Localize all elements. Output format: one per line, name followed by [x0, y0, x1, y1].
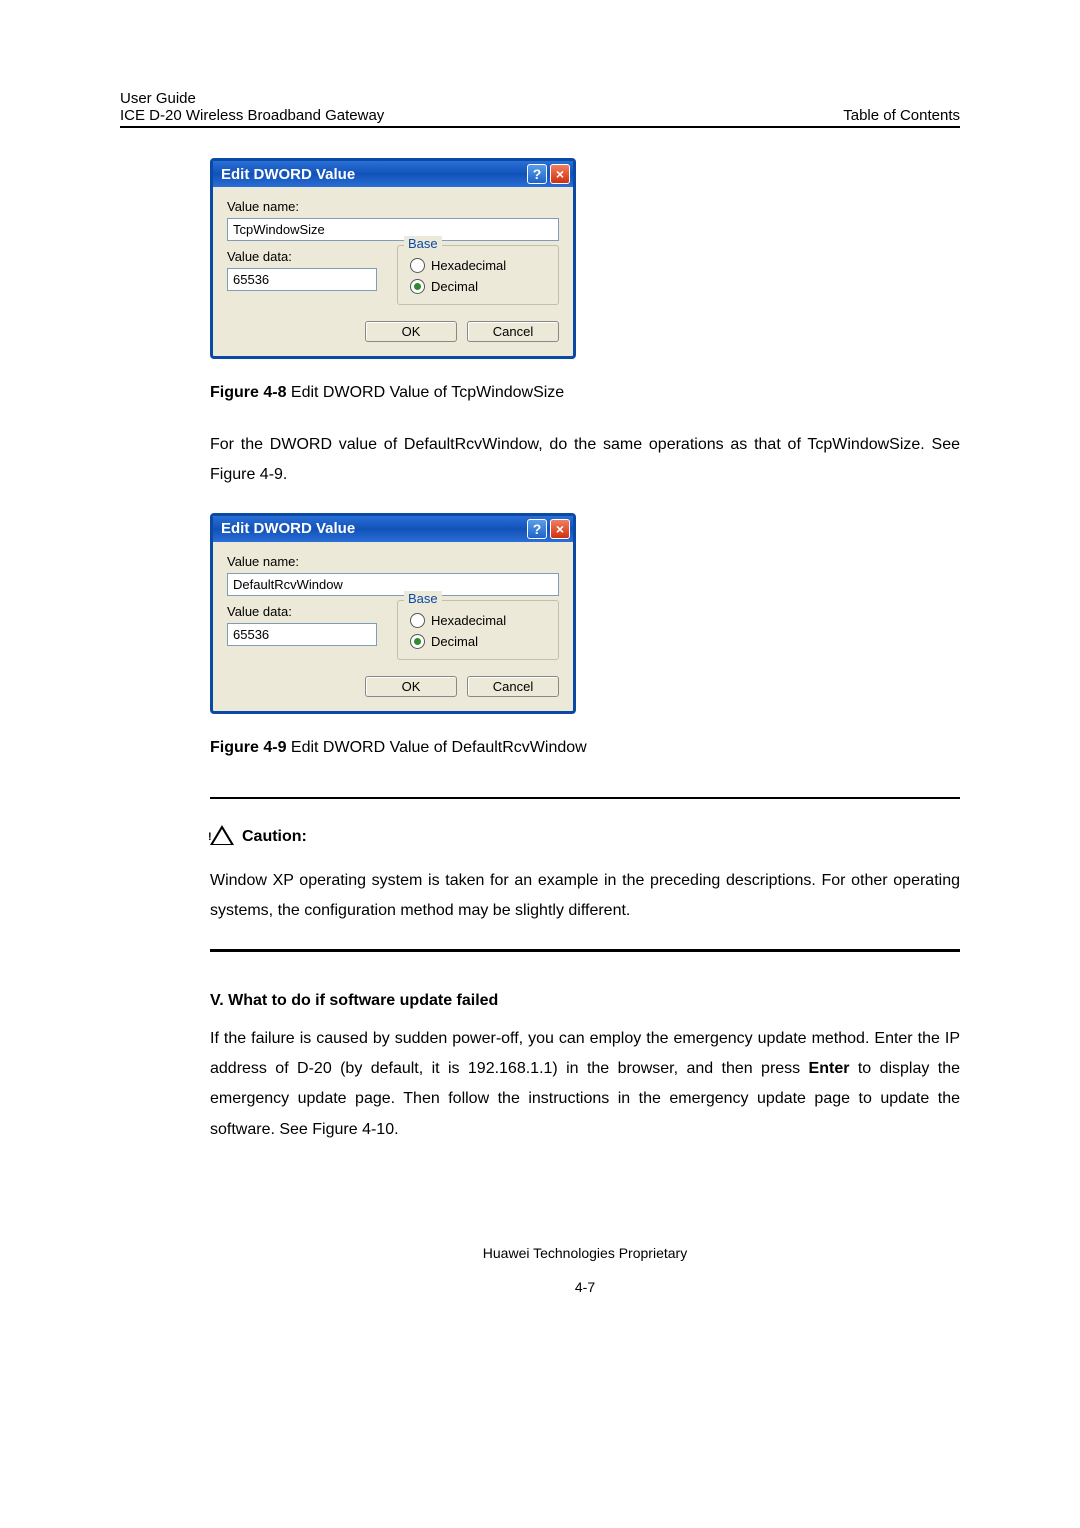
footer-proprietary: Huawei Technologies Proprietary	[210, 1245, 960, 1261]
dialog1-value-data-label: Value data:	[227, 249, 377, 264]
dialog1-title-text: Edit DWORD Value	[221, 166, 355, 183]
footer-page-number: 4-7	[210, 1279, 960, 1295]
dialog2-base-group: Base Hexadecimal Decimal	[397, 600, 559, 660]
dialog2-base-legend: Base	[404, 591, 442, 606]
close-icon[interactable]: ×	[550, 519, 570, 539]
dialog2-value-data-label: Value data:	[227, 604, 377, 619]
dialog2-title-text: Edit DWORD Value	[221, 520, 355, 537]
dialog2-value-name-label: Value name:	[227, 554, 559, 569]
paragraph-dword-defaultrcvwindow: For the DWORD value of DefaultRcvWindow,…	[210, 430, 960, 491]
figure-4-8-caption: Figure 4-8 Edit DWORD Value of TcpWindow…	[210, 384, 960, 402]
dialog2-value-data-input[interactable]	[227, 623, 377, 646]
help-icon[interactable]: ?	[527, 519, 547, 539]
dialog1-cancel-button[interactable]: Cancel	[467, 321, 559, 342]
section-v-enter-key: Enter	[809, 1060, 850, 1077]
dialog2-value-name-input[interactable]	[227, 573, 559, 596]
section-v-paragraph: If the failure is caused by sudden power…	[210, 1024, 960, 1146]
figure-4-9-text: Edit DWORD Value of DefaultRcvWindow	[286, 739, 586, 756]
edit-dword-dialog-2: Edit DWORD Value ? × Value name: Value d…	[210, 513, 576, 714]
page-header: User Guide ICE D-20 Wireless Broadband G…	[120, 90, 960, 124]
dialog2-dec-label: Decimal	[431, 634, 478, 649]
header-right: Table of Contents	[843, 107, 960, 124]
dialog1-hex-label: Hexadecimal	[431, 258, 506, 273]
header-line1: User Guide	[120, 90, 384, 107]
header-line2: ICE D-20 Wireless Broadband Gateway	[120, 107, 384, 124]
figure-4-8-prefix: Figure 4-8	[210, 384, 286, 401]
dialog1-dec-label: Decimal	[431, 279, 478, 294]
dialog1-base-legend: Base	[404, 236, 442, 251]
figure-4-9-caption: Figure 4-9 Edit DWORD Value of DefaultRc…	[210, 739, 960, 757]
figure-4-8-text: Edit DWORD Value of TcpWindowSize	[286, 384, 564, 401]
dialog1-ok-button[interactable]: OK	[365, 321, 457, 342]
dialog1-value-name-label: Value name:	[227, 199, 559, 214]
dialog2-ok-button[interactable]: OK	[365, 676, 457, 697]
dialog1-value-name-input[interactable]	[227, 218, 559, 241]
dialog2-titlebar: Edit DWORD Value ? ×	[213, 516, 573, 542]
caution-text: Window XP operating system is taken for …	[210, 866, 960, 927]
figure-4-9-prefix: Figure 4-9	[210, 739, 286, 756]
caution-heading: ! Caution:	[210, 825, 960, 850]
caution-triangle-icon: !	[210, 825, 234, 850]
edit-dword-dialog-1: Edit DWORD Value ? × Value name: Value d…	[210, 158, 576, 359]
dialog1-value-data-input[interactable]	[227, 268, 377, 291]
help-icon[interactable]: ?	[527, 164, 547, 184]
close-icon[interactable]: ×	[550, 164, 570, 184]
caution-bottom-divider	[210, 949, 960, 952]
dialog2-cancel-button[interactable]: Cancel	[467, 676, 559, 697]
section-v-heading: V. What to do if software update failed	[210, 992, 960, 1010]
dialog1-radio-hex[interactable]	[410, 258, 425, 273]
dialog2-hex-label: Hexadecimal	[431, 613, 506, 628]
page-footer: Huawei Technologies Proprietary 4-7	[210, 1245, 960, 1295]
dialog2-radio-dec[interactable]	[410, 634, 425, 649]
dialog1-radio-dec[interactable]	[410, 279, 425, 294]
caution-top-divider	[210, 797, 960, 799]
dialog1-base-group: Base Hexadecimal Decimal	[397, 245, 559, 305]
header-divider	[120, 126, 960, 128]
caution-label: Caution:	[242, 828, 307, 846]
dialog1-titlebar: Edit DWORD Value ? ×	[213, 161, 573, 187]
dialog2-radio-hex[interactable]	[410, 613, 425, 628]
